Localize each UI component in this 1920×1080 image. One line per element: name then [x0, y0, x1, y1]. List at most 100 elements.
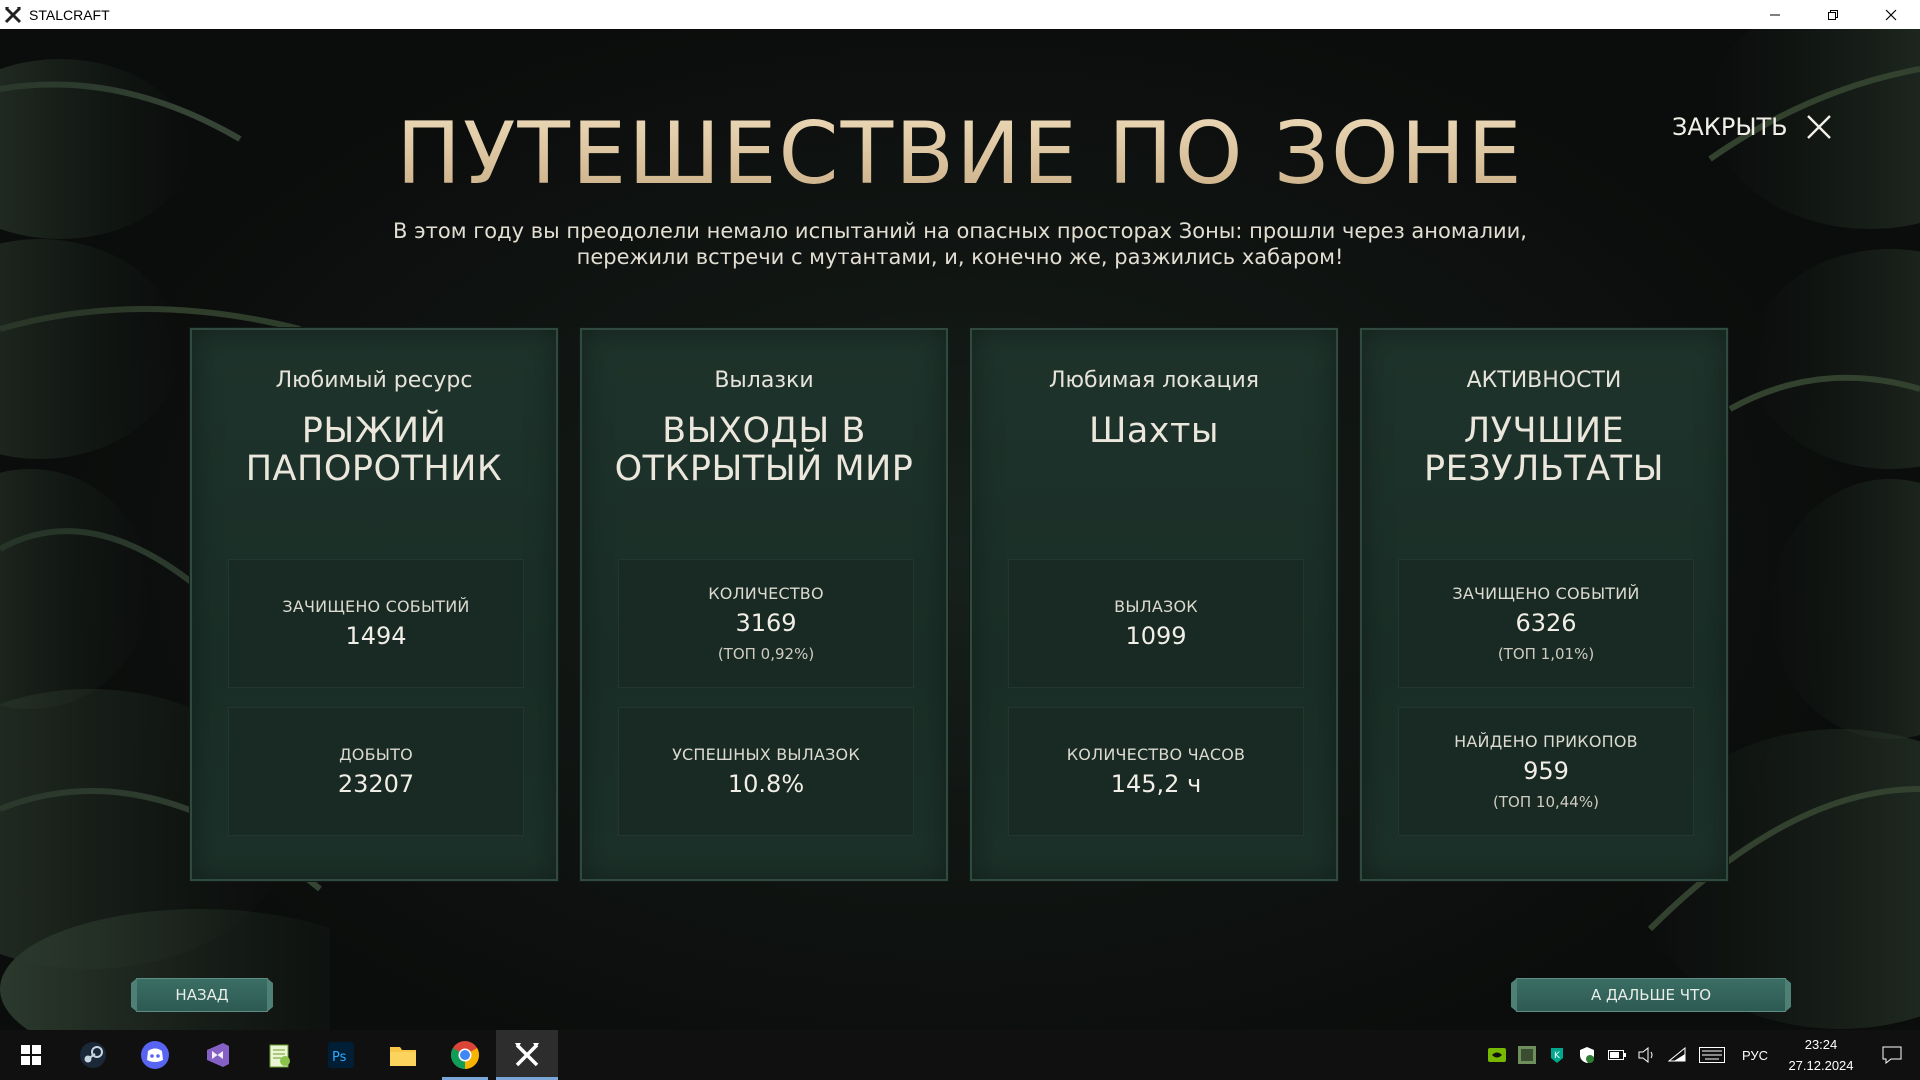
card-label: Вылазки	[714, 368, 814, 393]
windows-start-icon	[21, 1045, 41, 1065]
stat-label: ДОБЫТО	[339, 745, 413, 764]
stat-label: КОЛИЧЕСТВО ЧАСОВ	[1066, 745, 1246, 764]
card-value-line-1: ЛУЧШИЕ	[1463, 411, 1625, 451]
stat-value: 6326	[1515, 609, 1577, 637]
card-value-line-1: Шахты	[1088, 411, 1220, 451]
close-icon	[1885, 9, 1897, 20]
taskbar-steam[interactable]	[62, 1030, 124, 1080]
stat-label: УСПЕШНЫХ ВЫЛАЗОК	[672, 745, 860, 764]
stat-label: ЗАЧИЩЕНО СОБЫТИЙ	[1452, 584, 1640, 603]
close-button[interactable]: ЗАКРЫТЬ	[1672, 113, 1832, 141]
card-value-line-1: ВЫХОДЫ В	[662, 411, 866, 451]
keyboard-icon	[1699, 1047, 1725, 1063]
restore-icon	[1828, 9, 1838, 20]
stalcraft-app-icon	[4, 6, 22, 23]
steam-icon	[80, 1042, 106, 1068]
stat-value: 3169	[735, 609, 797, 637]
language-indicator[interactable]: РУС	[1732, 1030, 1778, 1080]
card-sorties: Вылазки ВЫХОДЫ В ОТКРЫТЫЙ МИР КОЛИЧЕСТВО…	[580, 328, 948, 881]
stat-box: УСПЕШНЫХ ВЫЛАЗОК 10.8%	[618, 707, 914, 836]
minimize-icon	[1770, 14, 1780, 15]
window-title-bar: STALCRAFT	[0, 0, 1920, 29]
taskbar-clock[interactable]: 23:24 27.12.2024	[1778, 1034, 1864, 1076]
tray-network[interactable]	[1662, 1030, 1692, 1080]
stat-label: КОЛИЧЕСТВО	[708, 584, 824, 603]
svg-text:Ps: Ps	[332, 1050, 347, 1065]
card-favorite-resource: Любимый ресурс РЫЖИЙ ПАПОРОТНИК ЗАЧИЩЕНО…	[190, 328, 558, 881]
language-label: РУС	[1741, 1047, 1769, 1063]
stat-box: КОЛИЧЕСТВО 3169 (ТОП 0,92%)	[618, 559, 914, 688]
stat-rank: (ТОП 1,01%)	[1497, 645, 1595, 663]
card-value: ЛУЧШИЕ РЕЗУЛЬТАТЫ	[1382, 412, 1706, 488]
stat-rank: (ТОП 10,44%)	[1493, 793, 1599, 811]
tray-touch-keyboard[interactable]	[1692, 1030, 1732, 1080]
close-window-button[interactable]	[1862, 0, 1920, 29]
taskbar-discord[interactable]	[124, 1030, 186, 1080]
card-activities: АКТИВНОСТИ ЛУЧШИЕ РЕЗУЛЬТАТЫ ЗАЧИЩЕНО СО…	[1360, 328, 1728, 881]
restore-button[interactable]	[1804, 0, 1862, 29]
page-subtitle: В этом году вы преодолели немало испытан…	[360, 218, 1560, 270]
subtitle-line-1: В этом году вы преодолели немало испытан…	[393, 219, 1527, 243]
stalcraft-icon	[515, 1043, 539, 1067]
stat-box: КОЛИЧЕСТВО ЧАСОВ 145,2 ч	[1008, 707, 1304, 836]
tray-app[interactable]	[1512, 1030, 1542, 1080]
file-explorer-icon	[390, 1047, 416, 1066]
notepad-plus-icon	[269, 1044, 290, 1068]
stat-value: 959	[1523, 757, 1569, 785]
page-title: ПУТЕШЕСТВИЕ ПО ЗОНЕ	[0, 104, 1920, 204]
taskbar-notepad-plus[interactable]	[248, 1030, 310, 1080]
card-value-line-2: РЕЗУЛЬТАТЫ	[1424, 449, 1664, 489]
stat-value: 1494	[345, 622, 407, 650]
stat-label: ВЫЛАЗОК	[1114, 597, 1198, 616]
card-value: Шахты	[992, 412, 1316, 450]
tray-battery[interactable]	[1602, 1030, 1632, 1080]
card-value-line-2: ПАПОРОТНИК	[245, 449, 503, 489]
window-controls	[1746, 0, 1920, 29]
card-label: Любимый ресурс	[275, 368, 473, 393]
tray-volume[interactable]	[1632, 1030, 1662, 1080]
taskbar-visual-studio[interactable]	[186, 1030, 248, 1080]
card-label: АКТИВНОСТИ	[1466, 368, 1622, 393]
card-label: Любимая локация	[1048, 368, 1260, 393]
start-button[interactable]	[0, 1030, 62, 1080]
taskbar-stalcraft[interactable]	[496, 1030, 558, 1080]
taskbar-photoshop[interactable]: Ps	[310, 1030, 372, 1080]
clock-date: 27.12.2024	[1788, 1058, 1854, 1073]
stat-box: ДОБЫТО 23207	[228, 707, 524, 836]
stat-label: ЗАЧИЩЕНО СОБЫТИЙ	[282, 597, 470, 616]
stat-box: ВЫЛАЗОК 1099	[1008, 559, 1304, 688]
tray-nvidia[interactable]	[1482, 1030, 1512, 1080]
card-value: РЫЖИЙ ПАПОРОТНИК	[212, 412, 536, 488]
battery-icon	[1608, 1050, 1626, 1060]
notification-icon	[1882, 1046, 1902, 1064]
stat-value: 145,2 ч	[1110, 770, 1202, 798]
back-button[interactable]: НАЗАД	[136, 978, 268, 1012]
windows-taskbar: Ps K РУС 23:24 27.12.2024	[0, 1030, 1920, 1080]
tray-security[interactable]	[1572, 1030, 1602, 1080]
tray-kaspersky[interactable]: K	[1542, 1030, 1572, 1080]
close-label: ЗАКРЫТЬ	[1672, 113, 1788, 141]
nvidia-icon	[1488, 1048, 1506, 1062]
chrome-icon	[451, 1041, 479, 1069]
minimize-button[interactable]	[1746, 0, 1804, 29]
clock-time: 23:24	[1804, 1037, 1838, 1052]
stat-box: ЗАЧИЩЕНО СОБЫТИЙ 1494	[228, 559, 524, 688]
game-screen: ПУТЕШЕСТВИЕ ПО ЗОНЕ В этом году вы преод…	[0, 29, 1920, 1030]
taskbar-file-explorer[interactable]	[372, 1030, 434, 1080]
notification-center-button[interactable]	[1864, 1030, 1920, 1080]
app-tray-icon	[1518, 1046, 1536, 1064]
stat-label: НАЙДЕНО ПРИКОПОВ	[1454, 732, 1638, 751]
card-value: ВЫХОДЫ В ОТКРЫТЫЙ МИР	[602, 412, 926, 488]
window-title: STALCRAFT	[29, 6, 110, 23]
next-button[interactable]: А ДАЛЬШЕ ЧТО	[1516, 978, 1786, 1012]
card-value-line-1: РЫЖИЙ	[301, 411, 447, 451]
wifi-icon	[1668, 1047, 1686, 1062]
taskbar-chrome[interactable]	[434, 1030, 496, 1080]
discord-icon	[141, 1041, 169, 1069]
stat-value: 10.8%	[727, 770, 805, 798]
subtitle-line-2: пережили встречи с мутантами, и, конечно…	[576, 245, 1344, 269]
stat-box: ЗАЧИЩЕНО СОБЫТИЙ 6326 (ТОП 1,01%)	[1398, 559, 1694, 688]
stat-box: НАЙДЕНО ПРИКОПОВ 959 (ТОП 10,44%)	[1398, 707, 1694, 836]
stat-value: 1099	[1125, 622, 1187, 650]
speaker-icon	[1638, 1047, 1653, 1063]
